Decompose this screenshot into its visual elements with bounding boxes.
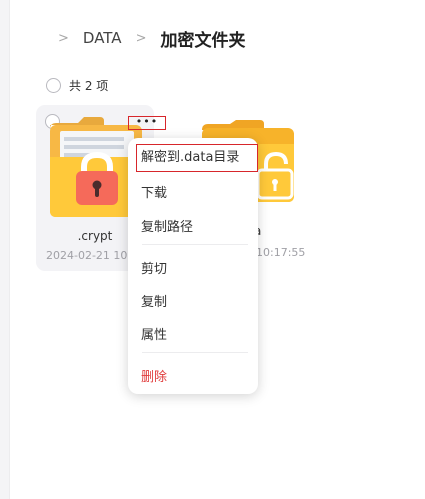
menu-divider [142,244,248,245]
context-menu: 解密到.data目录 下载 复制路径 剪切 复制 属性 删除 [128,138,258,394]
menu-item-copy[interactable]: 复制 [141,291,167,310]
breadcrumb-separator: > [58,30,69,46]
left-sidebar-strip [0,0,10,499]
menu-item-download[interactable]: 下载 [141,182,167,201]
menu-item-delete[interactable]: 删除 [141,366,167,385]
select-all[interactable]: 共 2 项 [46,76,108,94]
menu-item-decrypt-to-data[interactable]: 解密到.data目录 [136,144,258,172]
menu-item-copy-path[interactable]: 复制路径 [141,216,193,235]
more-options-button[interactable]: ••• [128,116,166,130]
breadcrumb-item-data[interactable]: DATA [83,29,122,47]
breadcrumb-current: 加密文件夹 [160,30,246,51]
menu-item-cut[interactable]: 剪切 [141,258,167,277]
menu-divider [142,352,248,353]
menu-item-properties[interactable]: 属性 [141,324,167,343]
breadcrumb-separator: > [135,30,147,46]
breadcrumb: > DATA > 加密文件夹 [58,26,246,51]
item-count: 共 2 项 [69,78,109,93]
select-all-checkbox[interactable] [46,77,61,93]
file-date: 10:17:55 [256,246,306,259]
